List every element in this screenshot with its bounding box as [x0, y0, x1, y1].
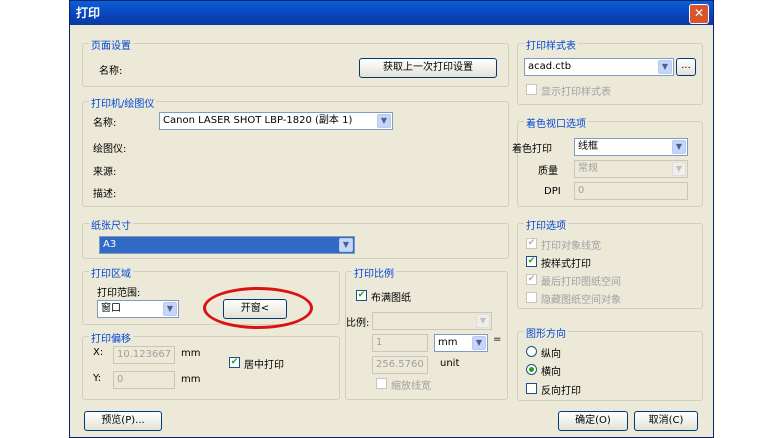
title-bar: 打印 [70, 1, 713, 25]
chevron-down-icon: ▼ [377, 114, 391, 128]
scale-unit-value: mm [438, 337, 458, 348]
plot-paperspace-last-label: 最后打印图纸空间 [541, 277, 621, 288]
equals-sign: = [493, 334, 502, 345]
shade-plot-value: 线框 [578, 141, 598, 152]
printer-name-label: 名称: [93, 118, 117, 129]
quality-select[interactable]: 常规 ▼ [574, 160, 688, 178]
upside-down-checkbox[interactable] [526, 383, 537, 394]
plot-lineweights-label: 打印对象线宽 [541, 241, 601, 252]
plot-style-value: acad.ctb [528, 61, 572, 72]
close-button[interactable]: ✕ [689, 4, 709, 24]
plot-style-label: 打印样式表 [524, 37, 578, 52]
scale-ratio-label: 比例: [346, 318, 370, 329]
y-unit: mm [181, 374, 201, 385]
chevron-down-icon: ▼ [658, 60, 672, 74]
description-label: 描述: [93, 189, 117, 200]
portrait-label: 纵向 [541, 349, 561, 360]
plot-options-label: 打印选项 [524, 217, 568, 232]
chevron-down-icon: ▼ [339, 238, 353, 252]
x-label: X: [93, 347, 104, 358]
plot-style-select[interactable]: acad.ctb ▼ [524, 58, 674, 76]
fit-to-paper-label: 布满图纸 [371, 293, 411, 304]
paper-size-label: 纸张尺寸 [89, 217, 133, 232]
offset-x-input[interactable]: 10.123667 [113, 346, 175, 364]
dpi-label: DPI [544, 186, 561, 197]
portrait-radio[interactable] [526, 346, 537, 357]
upside-down-label: 反向打印 [541, 386, 581, 397]
page-setup-label: 页面设置 [89, 37, 133, 52]
cancel-button[interactable]: 取消(C) [634, 411, 698, 431]
plot-paperspace-last-checkbox[interactable]: ✔ [526, 274, 537, 285]
plot-scale-label: 打印比例 [352, 265, 396, 280]
paper-size-value: A3 [103, 239, 117, 250]
printer-label: 打印机/绘图仪 [89, 95, 157, 110]
dpi-input[interactable]: 0 [574, 182, 688, 200]
plot-scale-group: 打印比例 ✔ 布满图纸 比例: ▼ 1 mm ▼ = 256.5760 unit… [345, 265, 508, 400]
dialog-title: 打印 [76, 6, 101, 20]
plot-offset-group: 打印偏移 X: 10.123667 mm Y: 0 mm ✔ 居中打印 [82, 330, 340, 400]
chevron-down-icon: ▼ [163, 302, 177, 316]
where-label: 来源: [93, 167, 117, 178]
shade-plot-label: 着色打印 [512, 144, 552, 155]
orientation-group: 图形方向 纵向 横向 反向打印 [517, 325, 703, 401]
chevron-down-icon: ▼ [472, 336, 486, 350]
highlight-circle [203, 287, 313, 329]
chevron-down-icon: ▼ [476, 314, 490, 328]
quality-value: 常规 [578, 163, 598, 174]
scale-ratio-select[interactable]: ▼ [372, 312, 492, 330]
plot-dialog: 打印 ✕ 页面设置 名称: 获取上一次打印设置 打印机/绘图仪 名称: Cano… [69, 0, 714, 438]
edit-style-button[interactable]: ... [676, 58, 696, 76]
chevron-down-icon: ▼ [672, 140, 686, 154]
shaded-viewport-group: 着色视口选项 着色打印 线框 ▼ 质量 常规 ▼ DPI 0 [512, 115, 703, 207]
shade-plot-select[interactable]: 线框 ▼ [574, 138, 688, 156]
plot-with-styles-checkbox[interactable]: ✔ [526, 256, 537, 267]
landscape-label: 横向 [541, 367, 561, 378]
scale-value-2[interactable]: 256.5760 [372, 356, 428, 374]
paper-size-group: 纸张尺寸 A3 ▼ [82, 217, 509, 259]
shaded-viewport-label: 着色视口选项 [524, 115, 588, 130]
page-setup-name-label: 名称: [99, 66, 123, 77]
printer-group: 打印机/绘图仪 名称: Canon LASER SHOT LBP-1820 (副… [82, 95, 509, 207]
chevron-down-icon: ▼ [672, 162, 686, 176]
x-unit: mm [181, 348, 201, 359]
paper-size-select[interactable]: A3 ▼ [99, 236, 355, 254]
y-label: Y: [93, 373, 102, 384]
scale-unit-select[interactable]: mm ▼ [434, 334, 488, 352]
plot-range-label: 打印范围: [97, 288, 141, 299]
ok-button[interactable]: 确定(O) [558, 411, 628, 431]
fit-to-paper-checkbox[interactable]: ✔ [356, 290, 367, 301]
plot-style-group: 打印样式表 acad.ctb ▼ ... 显示打印样式表 [517, 37, 703, 105]
plot-with-styles-label: 按样式打印 [541, 259, 591, 270]
quality-label: 质量 [538, 166, 558, 177]
plot-area-label: 打印区域 [89, 265, 133, 280]
printer-value: Canon LASER SHOT LBP-1820 (副本 1) [163, 115, 353, 126]
scale-lineweights-checkbox[interactable] [376, 378, 387, 389]
plotter-label: 绘图仪: [93, 144, 127, 155]
landscape-radio[interactable] [526, 364, 537, 375]
plot-range-value: 窗口 [101, 303, 121, 314]
orientation-label: 图形方向 [524, 325, 568, 340]
hide-paperspace-label: 隐藏图纸空间对象 [541, 295, 621, 306]
scale-unit-2: unit [440, 358, 460, 369]
plot-range-select[interactable]: 窗口 ▼ [97, 300, 179, 318]
show-styles-label: 显示打印样式表 [541, 87, 611, 98]
center-plot-label: 居中打印 [244, 360, 284, 371]
printer-select[interactable]: Canon LASER SHOT LBP-1820 (副本 1) ▼ [159, 112, 393, 130]
get-last-settings-button[interactable]: 获取上一次打印设置 [359, 58, 497, 78]
page-setup-group: 页面设置 名称: 获取上一次打印设置 [82, 37, 509, 87]
center-plot-checkbox[interactable]: ✔ [229, 357, 240, 368]
plot-lineweights-checkbox[interactable]: ✔ [526, 238, 537, 249]
offset-y-input[interactable]: 0 [113, 371, 175, 389]
plot-options-group: 打印选项 ✔ 打印对象线宽 ✔ 按样式打印 ✔ 最后打印图纸空间 隐藏图纸空间对… [517, 217, 703, 309]
show-styles-checkbox[interactable] [526, 84, 537, 95]
scale-value-1[interactable]: 1 [372, 334, 428, 352]
hide-paperspace-checkbox[interactable] [526, 292, 537, 303]
scale-lineweights-label: 缩放线宽 [391, 381, 431, 392]
plot-offset-label: 打印偏移 [89, 330, 133, 345]
preview-button[interactable]: 预览(P)... [84, 411, 162, 431]
